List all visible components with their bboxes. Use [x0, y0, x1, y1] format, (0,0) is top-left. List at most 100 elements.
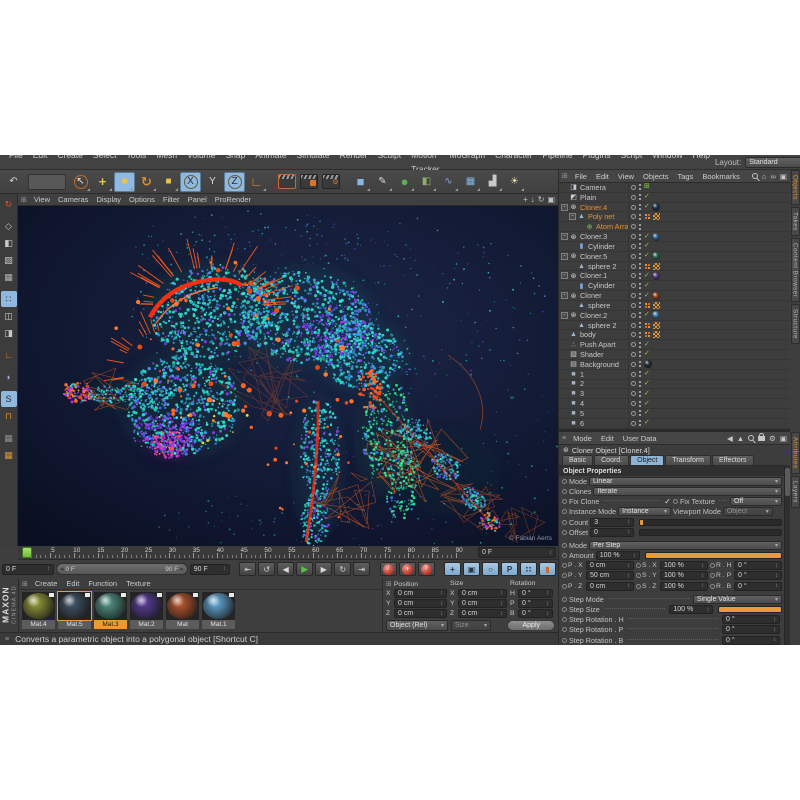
material-menu-texture[interactable]: Texture [122, 579, 155, 588]
toggle-view-icon[interactable]: ▣ [547, 195, 555, 204]
viewport-solo[interactable]: ◗ [1, 369, 17, 385]
record-dot-icon[interactable] [636, 563, 641, 568]
play-backwards-button[interactable]: ↺ [258, 562, 275, 576]
uvw-tag-icon[interactable] [653, 263, 660, 270]
visibility-dots-icon[interactable] [638, 213, 642, 221]
visibility-dots-icon[interactable] [638, 292, 642, 300]
am-menu-user-data[interactable]: User Data [619, 434, 661, 443]
spinner-icon[interactable]: ↕ [701, 563, 704, 569]
key-rotation-button[interactable]: ○ [482, 562, 499, 576]
frame-icon[interactable]: ▣ [780, 172, 787, 181]
step-rotation-field[interactable]: 0 °↕ [722, 636, 780, 645]
material-menu-create[interactable]: Create [31, 579, 62, 588]
viewport-menu-display[interactable]: Display [92, 195, 125, 204]
visibility-dots-icon[interactable] [638, 183, 642, 191]
coord-field-size-y[interactable]: 0 cm↕ [458, 599, 507, 608]
enable-toggle-icon[interactable] [631, 205, 636, 210]
lock-icon[interactable] [758, 433, 765, 443]
record-dot-icon[interactable] [710, 584, 715, 589]
spinner-icon[interactable]: ↕ [627, 563, 630, 569]
step-size-field[interactable]: 100 %↕ [669, 605, 713, 614]
fix-clone-checkbox[interactable]: ✓ [664, 497, 671, 506]
visibility-dots-icon[interactable] [638, 233, 642, 241]
visibility-dots-icon[interactable] [638, 409, 642, 417]
add-spline-primitive-button[interactable]: ∿ [438, 172, 459, 192]
autokey-button[interactable]: ▮ [539, 562, 556, 576]
coord-field-rotation-h[interactable]: 0 °↕ [518, 589, 553, 598]
record-dot-icon[interactable] [562, 520, 567, 525]
record-dot-icon[interactable] [710, 573, 715, 578]
texture-mode[interactable]: ▨ [1, 252, 17, 268]
visibility-dots-icon[interactable] [638, 331, 642, 339]
side-tab-takes[interactable]: Takes [791, 207, 800, 236]
gear-icon[interactable]: ⚙ [769, 434, 776, 443]
visibility-dots-icon[interactable] [638, 282, 642, 290]
enable-toggle-icon[interactable] [631, 283, 636, 288]
spinner-icon[interactable]: ↕ [546, 601, 549, 607]
material-mat-5[interactable]: Mat.5 [58, 592, 91, 629]
viewport-menu-view[interactable]: View [30, 195, 54, 204]
record-dot-icon[interactable] [562, 638, 567, 643]
side-tab-content-browser[interactable]: Content Browser [791, 238, 800, 302]
spinner-icon[interactable]: ↕ [775, 563, 778, 569]
enable-toggle-icon[interactable] [631, 391, 636, 396]
rotate-tool[interactable]: ↻ [136, 172, 157, 192]
timeline-ruler[interactable]: 0510152025303540455055606570758085900 F↕ [18, 546, 558, 560]
enable-toggle-icon[interactable] [631, 224, 636, 229]
spinner-icon[interactable]: ↕ [546, 611, 549, 617]
enable-toggle-icon[interactable] [631, 234, 636, 239]
material-mat-4[interactable]: Mat.4 [22, 592, 55, 629]
enable-toggle-icon[interactable] [631, 342, 636, 347]
offset-field[interactable]: 0↕ [590, 528, 634, 537]
visibility-dots-icon[interactable] [638, 390, 642, 398]
enable-axis-mode[interactable]: ∟ [1, 347, 17, 363]
add-cube-button[interactable]: ■ [350, 172, 371, 192]
record-dot-icon[interactable] [562, 617, 567, 622]
key-scale-button[interactable]: ▣ [463, 562, 480, 576]
enable-toggle-icon[interactable] [631, 362, 636, 367]
points-mode[interactable]: ∷ [1, 291, 17, 307]
lock-workplane[interactable]: ▦ [1, 430, 17, 446]
visibility-dots-icon[interactable] [638, 242, 642, 250]
edges-mode[interactable]: ◫ [1, 308, 17, 324]
object-row-atom-array[interactable]: ⊕Atom Array [559, 222, 790, 232]
count-field[interactable]: 3↕ [590, 518, 634, 527]
object-row-6[interactable]: ■6✓ [559, 419, 790, 429]
spinner-icon[interactable]: ↕ [500, 601, 503, 607]
object-row-cylinder[interactable]: ▮Cylinder✓ [559, 242, 790, 252]
go-to-end-button[interactable]: ⇥ [353, 562, 370, 576]
visibility-dots-icon[interactable] [638, 400, 642, 408]
visibility-dots-icon[interactable] [638, 380, 642, 388]
record-active-objects-button[interactable]: / [380, 562, 397, 576]
visibility-dots-icon[interactable] [638, 311, 642, 319]
viewport-menu-filter[interactable]: Filter [159, 195, 184, 204]
object-row-shader[interactable]: ▧Shader✓ [559, 350, 790, 360]
link-icon[interactable]: ∞ [771, 172, 776, 181]
object-row-body[interactable]: ▲body [559, 330, 790, 340]
spinner-icon[interactable]: ↕ [627, 573, 630, 579]
object-row-sphere[interactable]: ▲sphere [559, 301, 790, 311]
object-row-cloner-2[interactable]: -⊛Cloner.2✓ [559, 311, 790, 321]
magnet-snap[interactable]: ⊓ [1, 408, 17, 424]
add-deformer-button[interactable]: ◧ [416, 172, 437, 192]
key-parameter-button[interactable]: P [501, 562, 518, 576]
expand-toggle[interactable]: - [561, 253, 568, 260]
viewport-canvas[interactable]: © Fabian Aerts [18, 206, 558, 546]
object-row-cloner-1[interactable]: -⊛Cloner.1✓ [559, 271, 790, 281]
go-to-start-button[interactable]: ⇤ [239, 562, 256, 576]
tab-transform[interactable]: Transform [665, 455, 711, 465]
material-menu-function[interactable]: Function [84, 579, 121, 588]
instance-mode-dropdown[interactable]: Instance▾ [618, 507, 671, 516]
coord-field-position-x[interactable]: 0 cm↕ [394, 589, 447, 598]
last-used-tool[interactable]: ■ [158, 172, 179, 192]
enable-toggle-icon[interactable] [631, 185, 636, 190]
home-icon[interactable]: ⌂ [762, 172, 767, 181]
add-camera-button[interactable]: ▟ [482, 172, 503, 192]
polygons-mode[interactable]: ◨ [1, 325, 17, 341]
enable-toggle-icon[interactable] [631, 254, 636, 259]
material-thumbnail[interactable] [58, 592, 91, 620]
step-rotation-field[interactable]: 0 °↕ [722, 625, 780, 634]
visibility-dots-icon[interactable] [638, 203, 642, 211]
panel-menu-icon[interactable]: ≡ [562, 435, 566, 442]
record-dot-icon[interactable] [562, 553, 567, 558]
